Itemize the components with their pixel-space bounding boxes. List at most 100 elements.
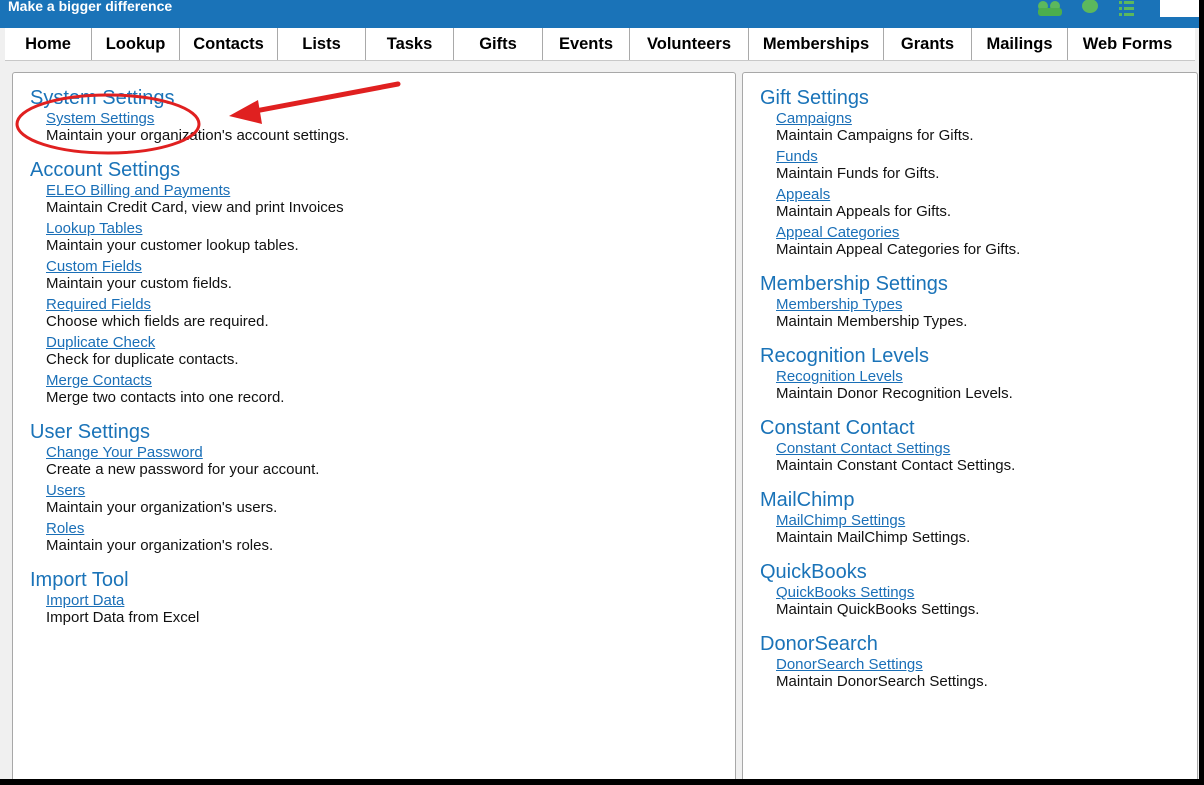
item-description: Maintain Donor Recognition Levels. bbox=[776, 385, 1013, 402]
main-nav: Home Lookup Contacts Lists Tasks Gifts E… bbox=[5, 28, 1195, 61]
link-required-fields[interactable]: Required Fields bbox=[46, 296, 349, 313]
section-import-tool: Import Tool Import Data Import Data from E… bbox=[30, 568, 349, 626]
user-menu[interactable] bbox=[1160, 0, 1199, 17]
item-description: Maintain Membership Types. bbox=[776, 313, 968, 330]
settings-item: Merge Contacts Merge two contacts into on… bbox=[30, 372, 349, 406]
item-description: Maintain QuickBooks Settings. bbox=[776, 601, 980, 618]
settings-item: Recognition Levels Maintain Donor Recogni… bbox=[760, 368, 1020, 402]
nav-lists[interactable]: Lists bbox=[277, 28, 365, 60]
link-constant-contact-settings[interactable]: Constant Contact Settings bbox=[776, 440, 1020, 457]
settings-item: Campaigns Maintain Campaigns for Gifts. bbox=[760, 110, 1020, 144]
left-settings-list: System Settings System Settings Maintain y… bbox=[30, 86, 349, 640]
item-description: Maintain DonorSearch Settings. bbox=[776, 673, 988, 690]
link-change-your-password[interactable]: Change Your Password bbox=[46, 444, 349, 461]
link-lookup-tables[interactable]: Lookup Tables bbox=[46, 220, 349, 237]
nav-web-forms[interactable]: Web Forms bbox=[1067, 28, 1187, 60]
item-description: Maintain your customer lookup tables. bbox=[46, 237, 299, 254]
group-icon[interactable] bbox=[1033, 0, 1067, 16]
section-title: Constant Contact bbox=[760, 417, 915, 439]
settings-item: Import Data Import Data from Excel bbox=[30, 592, 349, 626]
item-description: Maintain your custom fields. bbox=[46, 275, 232, 292]
item-description: Maintain your organization's users. bbox=[46, 499, 278, 516]
nav-lookup[interactable]: Lookup bbox=[91, 28, 179, 60]
item-description: Maintain Appeal Categories for Gifts. bbox=[776, 241, 1021, 258]
item-description: Maintain Credit Card, view and print Inv… bbox=[46, 199, 344, 216]
settings-item: ELEO Billing and Payments Maintain Credit… bbox=[30, 182, 349, 216]
settings-item: System Settings Maintain your organizatio… bbox=[30, 110, 349, 144]
app-window: Make a bigger difference Home Lookup Con… bbox=[0, 0, 1199, 779]
nav-grants[interactable]: Grants bbox=[883, 28, 971, 60]
settings-item: Lookup Tables Maintain your customer look… bbox=[30, 220, 349, 254]
item-description: Maintain your organization's account set… bbox=[46, 127, 350, 144]
link-import-data[interactable]: Import Data bbox=[46, 592, 349, 609]
settings-item: DonorSearch Settings Maintain DonorSearch… bbox=[760, 656, 1020, 690]
link-membership-types[interactable]: Membership Types bbox=[776, 296, 1020, 313]
link-recognition-levels[interactable]: Recognition Levels bbox=[776, 368, 1020, 385]
nav-contacts[interactable]: Contacts bbox=[179, 28, 277, 60]
section-title: Gift Settings bbox=[760, 87, 869, 109]
section-recognition-levels: Recognition Levels Recognition Levels Main… bbox=[760, 344, 1020, 402]
settings-item: Change Your Password Create a new passwor… bbox=[30, 444, 349, 478]
section-title: Membership Settings bbox=[760, 273, 948, 295]
section-title: Recognition Levels bbox=[760, 345, 929, 367]
item-description: Maintain Appeals for Gifts. bbox=[776, 203, 952, 220]
link-roles[interactable]: Roles bbox=[46, 520, 349, 537]
section-quickbooks: QuickBooks QuickBooks Settings Maintain Qu… bbox=[760, 560, 1020, 618]
nav-tasks[interactable]: Tasks bbox=[365, 28, 453, 60]
nav-home[interactable]: Home bbox=[5, 28, 91, 60]
settings-item: Membership Types Maintain Membership Type… bbox=[760, 296, 1020, 330]
item-description: Maintain Constant Contact Settings. bbox=[776, 457, 1016, 474]
settings-item: MailChimp Settings Maintain MailChimp Set… bbox=[760, 512, 1020, 546]
item-description: Maintain Funds for Gifts. bbox=[776, 165, 940, 182]
section-user-settings: User Settings Change Your Password Create … bbox=[30, 420, 349, 554]
top-bar: Make a bigger difference bbox=[0, 0, 1199, 28]
item-description: Maintain Campaigns for Gifts. bbox=[776, 127, 974, 144]
item-description: Maintain MailChimp Settings. bbox=[776, 529, 971, 546]
section-constant-contact: Constant Contact Constant Contact Setting… bbox=[760, 416, 1020, 474]
link-system-settings[interactable]: System Settings bbox=[46, 110, 349, 127]
list-icon[interactable] bbox=[1117, 0, 1135, 16]
tagline: Make a bigger difference bbox=[8, 0, 173, 14]
settings-item: Custom Fields Maintain your custom fields… bbox=[30, 258, 349, 292]
settings-item: Duplicate Check Check for duplicate conta… bbox=[30, 334, 349, 368]
section-gift-settings: Gift Settings Campaigns Maintain Campaigns… bbox=[760, 86, 1020, 258]
section-title: QuickBooks bbox=[760, 561, 867, 583]
section-title: Account Settings bbox=[30, 159, 181, 181]
nav-gifts[interactable]: Gifts bbox=[453, 28, 542, 60]
link-duplicate-check[interactable]: Duplicate Check bbox=[46, 334, 349, 351]
nav-mailings[interactable]: Mailings bbox=[971, 28, 1067, 60]
nav-events[interactable]: Events bbox=[542, 28, 629, 60]
link-donorsearch-settings[interactable]: DonorSearch Settings bbox=[776, 656, 1020, 673]
link-mailchimp-settings[interactable]: MailChimp Settings bbox=[776, 512, 1020, 529]
link-appeal-categories[interactable]: Appeal Categories bbox=[776, 224, 1020, 241]
section-donorsearch: DonorSearch DonorSearch Settings Maintain … bbox=[760, 632, 1020, 690]
section-title: MailChimp bbox=[760, 489, 855, 511]
settings-item: Roles Maintain your organization's roles. bbox=[30, 520, 349, 554]
link-eleo-billing-and-payments[interactable]: ELEO Billing and Payments bbox=[46, 182, 349, 199]
link-quickbooks-settings[interactable]: QuickBooks Settings bbox=[776, 584, 1020, 601]
leaf-icon[interactable] bbox=[1079, 0, 1101, 16]
item-description: Choose which fields are required. bbox=[46, 313, 269, 330]
link-merge-contacts[interactable]: Merge Contacts bbox=[46, 372, 349, 389]
link-custom-fields[interactable]: Custom Fields bbox=[46, 258, 349, 275]
link-appeals[interactable]: Appeals bbox=[776, 186, 1020, 203]
link-funds[interactable]: Funds bbox=[776, 148, 1020, 165]
section-membership-settings: Membership Settings Membership Types Maint… bbox=[760, 272, 1020, 330]
item-description: Create a new password for your account. bbox=[46, 461, 320, 478]
settings-item: QuickBooks Settings Maintain QuickBooks S… bbox=[760, 584, 1020, 618]
section-title: Import Tool bbox=[30, 569, 129, 591]
settings-item: Funds Maintain Funds for Gifts. bbox=[760, 148, 1020, 182]
nav-volunteers[interactable]: Volunteers bbox=[629, 28, 748, 60]
section-account-settings: Account Settings ELEO Billing and Payment… bbox=[30, 158, 349, 406]
left-settings-panel: System Settings System Settings Maintain y… bbox=[12, 72, 736, 779]
item-description: Check for duplicate contacts. bbox=[46, 351, 239, 368]
link-users[interactable]: Users bbox=[46, 482, 349, 499]
nav-memberships[interactable]: Memberships bbox=[748, 28, 883, 60]
settings-item: Users Maintain your organization's users. bbox=[30, 482, 349, 516]
settings-item: Constant Contact Settings Maintain Consta… bbox=[760, 440, 1020, 474]
settings-item: Required Fields Choose which fields are r… bbox=[30, 296, 349, 330]
item-description: Import Data from Excel bbox=[46, 609, 200, 626]
section-title: System Settings bbox=[30, 87, 175, 109]
link-campaigns[interactable]: Campaigns bbox=[776, 110, 1020, 127]
right-settings-list: Gift Settings Campaigns Maintain Campaigns… bbox=[760, 86, 1020, 704]
